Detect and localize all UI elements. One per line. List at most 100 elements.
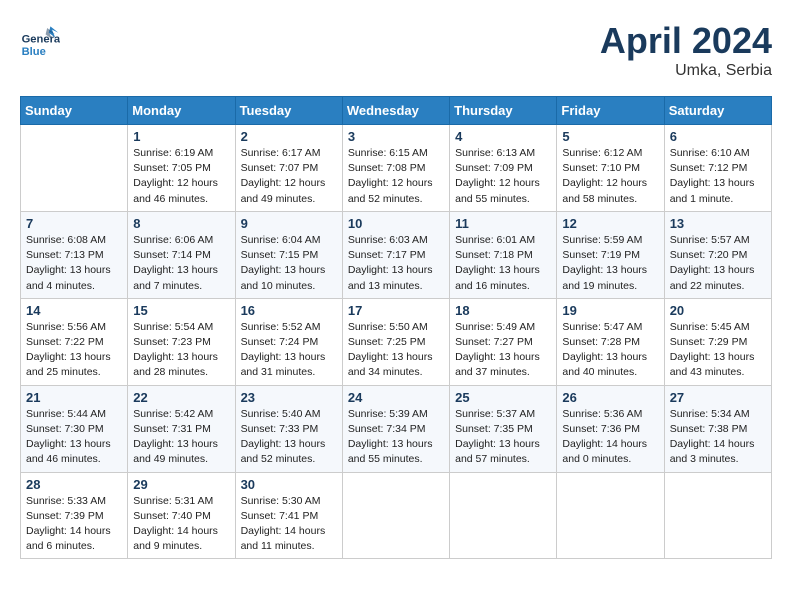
calendar-cell: 23Sunrise: 5:40 AMSunset: 7:33 PMDayligh… <box>235 385 342 472</box>
calendar-header-row: SundayMondayTuesdayWednesdayThursdayFrid… <box>21 97 772 125</box>
calendar-table: SundayMondayTuesdayWednesdayThursdayFrid… <box>20 96 772 559</box>
day-number: 27 <box>670 390 766 405</box>
day-info: Sunrise: 5:36 AMSunset: 7:36 PMDaylight:… <box>562 407 658 468</box>
day-info: Sunrise: 6:08 AMSunset: 7:13 PMDaylight:… <box>26 233 122 294</box>
column-header-wednesday: Wednesday <box>342 97 449 125</box>
day-info: Sunrise: 6:17 AMSunset: 7:07 PMDaylight:… <box>241 146 337 207</box>
calendar-cell: 16Sunrise: 5:52 AMSunset: 7:24 PMDayligh… <box>235 298 342 385</box>
calendar-cell: 30 Sunrise: 5:30 AMSunset: 7:41 PMDayligh… <box>235 472 342 559</box>
page-header: General Blue April 2024 Umka, Serbia <box>20 20 772 80</box>
day-info: Sunrise: 5:31 AMSunset: 7:40 PMDaylight:… <box>133 494 229 555</box>
day-number: 17 <box>348 303 444 318</box>
column-header-saturday: Saturday <box>664 97 771 125</box>
calendar-cell <box>450 472 557 559</box>
day-number: 20 <box>670 303 766 318</box>
day-number: 9 <box>241 216 337 231</box>
calendar-cell <box>664 472 771 559</box>
day-info: Sunrise: 6:12 AMSunset: 7:10 PMDaylight:… <box>562 146 658 207</box>
day-number: 11 <box>455 216 551 231</box>
day-info: Sunrise: 5:42 AMSunset: 7:31 PMDaylight:… <box>133 407 229 468</box>
day-info: Sunrise: 6:03 AMSunset: 7:17 PMDaylight:… <box>348 233 444 294</box>
day-info: Sunrise: 5:56 AMSunset: 7:22 PMDaylight:… <box>26 320 122 381</box>
svg-text:General: General <box>22 33 60 45</box>
day-number: 8 <box>133 216 229 231</box>
calendar-cell: 22 Sunrise: 5:42 AMSunset: 7:31 PMDayligh… <box>128 385 235 472</box>
day-number: 18 <box>455 303 551 318</box>
title-block: April 2024 Umka, Serbia <box>600 20 772 80</box>
calendar-cell <box>342 472 449 559</box>
day-number: 24 <box>348 390 444 405</box>
day-number: 14 <box>26 303 122 318</box>
calendar-cell: 28 Sunrise: 5:33 AMSunset: 7:39 PMDayligh… <box>21 472 128 559</box>
day-number: 30 <box>241 477 337 492</box>
calendar-cell: 19Sunrise: 5:47 AMSunset: 7:28 PMDayligh… <box>557 298 664 385</box>
day-info: Sunrise: 5:47 AMSunset: 7:28 PMDaylight:… <box>562 320 658 381</box>
day-info: Sunrise: 5:52 AMSunset: 7:24 PMDaylight:… <box>241 320 337 381</box>
day-info: Sunrise: 6:06 AMSunset: 7:14 PMDaylight:… <box>133 233 229 294</box>
calendar-cell: 21 Sunrise: 5:44 AMSunset: 7:30 PMDayligh… <box>21 385 128 472</box>
calendar-cell: 14 Sunrise: 5:56 AMSunset: 7:22 PMDayligh… <box>21 298 128 385</box>
day-number: 29 <box>133 477 229 492</box>
week-row-4: 21 Sunrise: 5:44 AMSunset: 7:30 PMDayligh… <box>21 385 772 472</box>
calendar-cell: 25 Sunrise: 5:37 AMSunset: 7:35 PMDayligh… <box>450 385 557 472</box>
day-info: Sunrise: 5:59 AMSunset: 7:19 PMDaylight:… <box>562 233 658 294</box>
day-number: 4 <box>455 129 551 144</box>
calendar-cell: 1Sunrise: 6:19 AMSunset: 7:05 PMDaylight… <box>128 125 235 212</box>
calendar-cell: 3Sunrise: 6:15 AMSunset: 7:08 PMDaylight… <box>342 125 449 212</box>
week-row-1: 1Sunrise: 6:19 AMSunset: 7:05 PMDaylight… <box>21 125 772 212</box>
calendar-cell: 6 Sunrise: 6:10 AMSunset: 7:12 PMDaylight… <box>664 125 771 212</box>
day-number: 10 <box>348 216 444 231</box>
day-number: 22 <box>133 390 229 405</box>
day-info: Sunrise: 5:57 AMSunset: 7:20 PMDaylight:… <box>670 233 766 294</box>
calendar-cell: 4 Sunrise: 6:13 AMSunset: 7:09 PMDaylight… <box>450 125 557 212</box>
day-info: Sunrise: 5:49 AMSunset: 7:27 PMDaylight:… <box>455 320 551 381</box>
day-number: 26 <box>562 390 658 405</box>
day-info: Sunrise: 6:04 AMSunset: 7:15 PMDaylight:… <box>241 233 337 294</box>
calendar-cell: 20 Sunrise: 5:45 AMSunset: 7:29 PMDayligh… <box>664 298 771 385</box>
day-info: Sunrise: 6:13 AMSunset: 7:09 PMDaylight:… <box>455 146 551 207</box>
calendar-cell: 27Sunrise: 5:34 AMSunset: 7:38 PMDayligh… <box>664 385 771 472</box>
calendar-cell: 15 Sunrise: 5:54 AMSunset: 7:23 PMDayligh… <box>128 298 235 385</box>
day-number: 12 <box>562 216 658 231</box>
day-info: Sunrise: 5:44 AMSunset: 7:30 PMDaylight:… <box>26 407 122 468</box>
calendar-cell: 17Sunrise: 5:50 AMSunset: 7:25 PMDayligh… <box>342 298 449 385</box>
calendar-cell: 8 Sunrise: 6:06 AMSunset: 7:14 PMDaylight… <box>128 211 235 298</box>
day-info: Sunrise: 5:33 AMSunset: 7:39 PMDaylight:… <box>26 494 122 555</box>
day-info: Sunrise: 6:10 AMSunset: 7:12 PMDaylight:… <box>670 146 766 207</box>
column-header-tuesday: Tuesday <box>235 97 342 125</box>
day-number: 15 <box>133 303 229 318</box>
day-number: 6 <box>670 129 766 144</box>
svg-text:Blue: Blue <box>22 46 46 58</box>
day-info: Sunrise: 5:54 AMSunset: 7:23 PMDaylight:… <box>133 320 229 381</box>
day-info: Sunrise: 5:30 AMSunset: 7:41 PMDaylight:… <box>241 494 337 555</box>
day-number: 5 <box>562 129 658 144</box>
day-number: 3 <box>348 129 444 144</box>
day-info: Sunrise: 5:45 AMSunset: 7:29 PMDaylight:… <box>670 320 766 381</box>
week-row-5: 28 Sunrise: 5:33 AMSunset: 7:39 PMDayligh… <box>21 472 772 559</box>
day-number: 21 <box>26 390 122 405</box>
day-number: 23 <box>241 390 337 405</box>
month-title: April 2024 <box>600 20 772 62</box>
week-row-2: 7Sunrise: 6:08 AMSunset: 7:13 PMDaylight… <box>21 211 772 298</box>
logo-icon: General Blue <box>20 20 60 60</box>
calendar-cell: 2 Sunrise: 6:17 AMSunset: 7:07 PMDaylight… <box>235 125 342 212</box>
day-number: 28 <box>26 477 122 492</box>
column-header-sunday: Sunday <box>21 97 128 125</box>
column-header-monday: Monday <box>128 97 235 125</box>
day-number: 1 <box>133 129 229 144</box>
location: Umka, Serbia <box>600 62 772 80</box>
calendar-cell: 18 Sunrise: 5:49 AMSunset: 7:27 PMDayligh… <box>450 298 557 385</box>
day-info: Sunrise: 5:37 AMSunset: 7:35 PMDaylight:… <box>455 407 551 468</box>
day-number: 2 <box>241 129 337 144</box>
day-number: 25 <box>455 390 551 405</box>
calendar-cell <box>21 125 128 212</box>
calendar-cell: 9 Sunrise: 6:04 AMSunset: 7:15 PMDaylight… <box>235 211 342 298</box>
calendar-cell: 5 Sunrise: 6:12 AMSunset: 7:10 PMDaylight… <box>557 125 664 212</box>
column-header-thursday: Thursday <box>450 97 557 125</box>
calendar-cell: 29 Sunrise: 5:31 AMSunset: 7:40 PMDayligh… <box>128 472 235 559</box>
calendar-cell: 24Sunrise: 5:39 AMSunset: 7:34 PMDayligh… <box>342 385 449 472</box>
calendar-cell <box>557 472 664 559</box>
calendar-cell: 7Sunrise: 6:08 AMSunset: 7:13 PMDaylight… <box>21 211 128 298</box>
calendar-cell: 26 Sunrise: 5:36 AMSunset: 7:36 PMDayligh… <box>557 385 664 472</box>
calendar-cell: 12 Sunrise: 5:59 AMSunset: 7:19 PMDayligh… <box>557 211 664 298</box>
